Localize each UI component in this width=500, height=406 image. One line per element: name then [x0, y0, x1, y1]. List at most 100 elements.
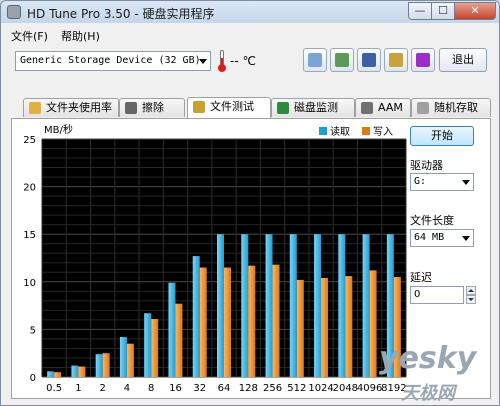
exit-button[interactable]: 退出: [439, 48, 487, 72]
write-bar: [296, 279, 304, 377]
read-bar: [338, 234, 346, 377]
menu-bar: 文件(F) 帮助(H): [1, 25, 499, 43]
x-tick-label: 512: [287, 383, 306, 394]
file-length-select[interactable]: 64 MB: [410, 229, 474, 247]
copy-icon: [308, 53, 322, 67]
copy-button[interactable]: [303, 48, 327, 72]
write-bar: [272, 264, 280, 377]
y-tick-label: 5: [30, 325, 36, 336]
y-tick-label: 25: [23, 135, 36, 146]
write-bar: [321, 277, 329, 377]
read-bar: [192, 256, 200, 377]
read-bar: [71, 365, 79, 377]
write-bar: [54, 372, 62, 377]
speaker-icon: [361, 102, 373, 114]
read-bar: [144, 313, 152, 377]
stepper-up-icon[interactable]: [466, 286, 476, 295]
file-length-select-value: 64 MB: [414, 232, 445, 243]
title-bar[interactable]: HD Tune Pro 3.50 - 硬盘实用程序 — ☐ ✕: [1, 1, 499, 23]
tab-label: AAM: [378, 101, 403, 114]
watermark-logo: yesky 天极网: [371, 341, 499, 404]
device-select-value: Generic Storage Device (32 GB): [20, 55, 201, 66]
bottom-row-tab-1[interactable]: 擦除: [119, 98, 185, 117]
folder-icon: [29, 102, 41, 114]
app-window: HD Tune Pro 3.50 - 硬盘实用程序 — ☐ ✕ 文件(F) 帮助…: [0, 0, 500, 406]
read-bar: [314, 234, 322, 377]
download-button[interactable]: [411, 48, 435, 72]
read-bar: [265, 234, 273, 377]
x-tick-label: 1024: [308, 383, 333, 394]
delay-stepper[interactable]: [466, 286, 476, 304]
drive-select[interactable]: G:: [410, 173, 474, 191]
menu-help[interactable]: 帮助(H): [61, 28, 100, 44]
legend-read-label: 读取: [330, 125, 350, 138]
write-bar: [102, 353, 110, 377]
tab-label: 文件夹使用率: [46, 101, 112, 114]
write-bar: [151, 318, 159, 377]
write-bar: [175, 303, 183, 377]
start-button[interactable]: 开始: [410, 126, 474, 146]
window-title: HD Tune Pro 3.50 - 硬盘实用程序: [27, 7, 215, 21]
x-tick-label: 2048: [333, 383, 358, 394]
chevron-down-icon: [199, 59, 207, 64]
stepper-down-icon[interactable]: [466, 295, 476, 304]
file-benchmark-chart: 0 5 10 15 20 25 0.5 1 2 4 8 16 32 64 128 256 512 10242048…: [23, 123, 406, 394]
copy-screenshot-button[interactable]: [330, 48, 354, 72]
copy-screenshot-icon: [335, 53, 349, 67]
tab-label: 磁盘监测: [294, 101, 338, 114]
menu-file[interactable]: 文件(F): [11, 28, 48, 44]
maximize-button[interactable]: ☐: [431, 2, 455, 20]
app-icon: [7, 5, 21, 19]
bottom-row-tab-4[interactable]: AAM: [355, 98, 411, 117]
x-tick-label: 2: [99, 383, 105, 394]
random-access-icon: [417, 102, 429, 114]
minimize-button[interactable]: —: [408, 2, 432, 20]
write-bar: [248, 265, 256, 377]
read-bar: [217, 234, 224, 377]
x-tick-label: 4: [124, 383, 130, 394]
x-tick-label: 256: [263, 383, 282, 394]
tab-label: 文件测试: [210, 100, 254, 113]
tab-label: 随机存取: [434, 101, 478, 114]
thermometer-icon: [218, 50, 226, 72]
y-axis-label: MB/秒: [44, 123, 73, 136]
y-tick-label: 20: [23, 183, 36, 194]
watermark-subtext: 天极网: [401, 383, 455, 404]
drive-select-value: G:: [414, 176, 427, 187]
x-tick-label: 64: [218, 383, 231, 394]
save-button[interactable]: [357, 48, 381, 72]
bottom-row-tab-3[interactable]: 磁盘监测: [271, 98, 355, 117]
legend-write-label: 写入: [373, 126, 393, 138]
options-icon: [389, 53, 403, 67]
drive-label: 驱动器: [410, 159, 443, 172]
y-tick-label: 10: [23, 278, 36, 289]
x-tick-label: 0.5: [46, 383, 62, 394]
y-tick-label: 0: [30, 373, 36, 384]
chevron-down-icon: [462, 236, 470, 241]
legend-write-swatch: [362, 127, 370, 135]
close-button[interactable]: ✕: [454, 2, 496, 20]
read-bar: [362, 234, 370, 377]
monitor-icon: [277, 102, 289, 114]
read-bar: [95, 354, 103, 377]
x-tick-label: 1: [75, 383, 81, 394]
read-bar: [241, 234, 249, 377]
tab-label: 擦除: [142, 101, 164, 114]
temperature-readout: -- ℃: [230, 54, 256, 68]
device-select[interactable]: Generic Storage Device (32 GB): [15, 51, 211, 71]
delay-label: 延迟: [410, 271, 432, 284]
toolbar: Generic Storage Device (32 GB) -- ℃ 退出: [1, 45, 499, 75]
bottom-row-tab-5[interactable]: 随机存取: [411, 98, 491, 117]
write-bar: [126, 343, 134, 377]
write-bar: [345, 276, 353, 377]
legend-read-swatch: [319, 127, 327, 135]
read-bar: [47, 371, 55, 377]
bottom-row-tab-2[interactable]: 文件测试: [187, 97, 271, 118]
x-tick-label: 8: [148, 383, 154, 394]
file-test-icon: [193, 101, 205, 113]
options-button[interactable]: [384, 48, 408, 72]
bottom-row-tab-0[interactable]: 文件夹使用率: [23, 98, 119, 117]
delay-input[interactable]: 0: [410, 286, 464, 304]
save-icon: [362, 53, 376, 67]
x-tick-label: 16: [169, 383, 182, 394]
